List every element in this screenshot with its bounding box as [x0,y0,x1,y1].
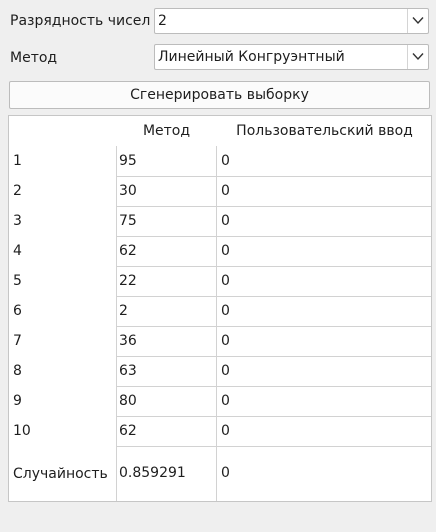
row-divider [116,446,431,447]
row-header: 1 [13,153,22,169]
digits-select-value: 2 [158,13,167,29]
method-label: Метод [10,50,58,66]
user-input-cell[interactable]: 0 [221,181,230,201]
column-header-user-input[interactable]: Пользовательский ввод [218,116,431,146]
row-divider [116,326,431,327]
method-select[interactable]: Линейный Конгруэнтный [154,44,429,70]
row-divider [116,296,431,297]
method-cell[interactable]: 36 [119,331,137,351]
method-cell[interactable]: 30 [119,181,137,201]
user-input-cell[interactable]: 0 [221,361,230,381]
user-input-cell[interactable]: 0 [221,241,230,261]
method-cell[interactable]: 63 [119,361,137,381]
method-select-value: Линейный Конгруэнтный [158,49,345,65]
row-divider [116,206,431,207]
row-divider [116,356,431,357]
method-cell[interactable]: 80 [119,391,137,411]
user-input-cell[interactable]: 0 [221,421,230,441]
row-divider [116,176,431,177]
method-cell[interactable]: 62 [119,421,137,441]
user-input-cell[interactable]: 0 [221,301,230,321]
digits-label: Разрядность чисел [10,13,151,29]
row-header: 5 [13,273,22,289]
user-input-cell[interactable]: 0 [221,151,230,171]
column-divider [216,146,217,501]
row-divider [116,236,431,237]
row-header: 3 [13,213,22,229]
randomness-user-cell[interactable]: 0 [221,463,230,483]
row-header: 2 [13,183,22,199]
row-header: 6 [13,303,22,319]
method-cell[interactable]: 75 [119,211,137,231]
digits-select[interactable]: 2 [154,8,429,34]
row-divider [116,386,431,387]
user-input-cell[interactable]: 0 [221,391,230,411]
row-header: 10 [13,423,31,439]
user-input-cell[interactable]: 0 [221,331,230,351]
row-divider [116,266,431,267]
chevron-down-icon[interactable] [407,45,428,69]
method-cell[interactable]: 22 [119,271,137,291]
column-divider [116,146,117,501]
samples-table: Метод Пользовательский ввод 1 95 0 2 30 0 3 75 0… [8,115,432,502]
generate-button[interactable]: Сгенерировать выборку [9,81,430,109]
method-cell[interactable]: 95 [119,151,137,171]
row-header: 9 [13,393,22,409]
randomness-method-cell[interactable]: 0.859291 [119,463,186,483]
row-divider [116,416,431,417]
chevron-down-icon[interactable] [407,9,428,33]
row-header: 8 [13,363,22,379]
user-input-cell[interactable]: 0 [221,211,230,231]
method-cell[interactable]: 2 [119,301,128,321]
randomness-label: Случайность [13,466,108,482]
row-header: 7 [13,333,22,349]
row-header: 4 [13,243,22,259]
column-header-method[interactable]: Метод [116,116,217,146]
method-cell[interactable]: 62 [119,241,137,261]
user-input-cell[interactable]: 0 [221,271,230,291]
